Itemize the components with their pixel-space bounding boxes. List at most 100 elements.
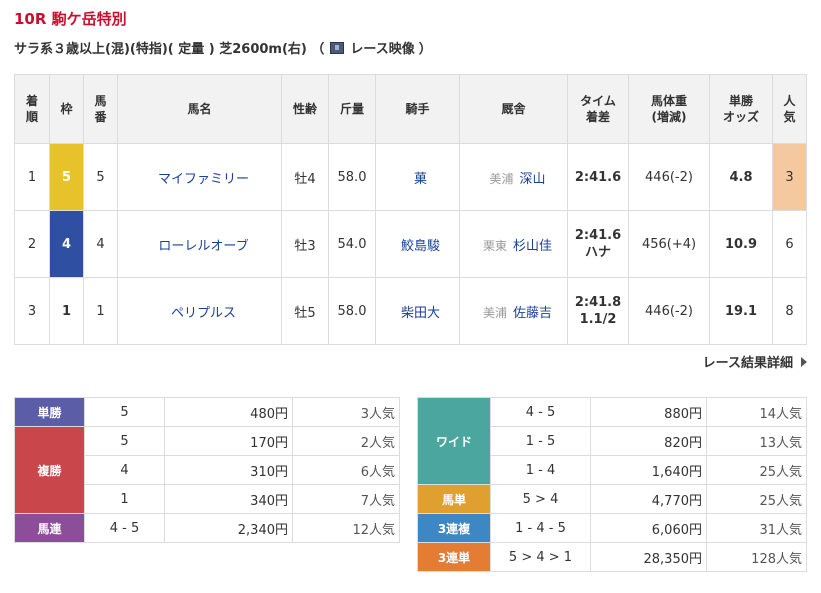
- race-condition-text: サラ系３歳以上(混)(特指)( 定量 ) 芝2600m(右) （: [14, 42, 325, 57]
- race-conditions: サラ系３歳以上(混)(特指)( 定量 ) 芝2600m(右) （ レース映像 ）: [14, 38, 432, 57]
- race-condition-close: ）: [418, 42, 432, 57]
- header-sex-age: 性齢: [281, 74, 329, 144]
- finish-time: 2:41.6 ハナ: [567, 210, 629, 278]
- trainer-link[interactable]: 深山: [520, 172, 546, 187]
- bet-type-trifecta: 3連単: [417, 542, 491, 572]
- payout-row-wide: ワイド 4 - 5 880円 14人気: [417, 397, 807, 485]
- trainer-link[interactable]: 杉山佳: [513, 239, 552, 254]
- sex-age: 牡5: [281, 277, 329, 345]
- horse-name-link[interactable]: ペリプルス: [117, 277, 282, 345]
- bet-type-quinella: 馬連: [14, 513, 85, 543]
- stable-region: 美浦: [489, 171, 514, 186]
- win-odds: 19.1: [709, 277, 773, 345]
- time-value: 2:41.6: [574, 169, 622, 185]
- payout-combo: 5: [84, 426, 165, 456]
- payout-popularity: 2人気: [292, 426, 400, 456]
- header-popularity: 人 気: [772, 74, 807, 144]
- result-row: 2 4 4 ローレルオーブ 牡3 54.0 鮫島駿 栗東 杉山佳 2:41.6 ハナ…: [14, 210, 807, 278]
- finish-time: 2:41.8 1.1/2: [567, 277, 629, 345]
- payout-table-right: ワイド 4 - 5 880円 14人気 1 - 5 820円 13人気 1 - …: [417, 397, 807, 572]
- sex-age: 牡3: [281, 210, 329, 278]
- payout-amount: 310円: [164, 455, 293, 485]
- bet-type-exacta: 馬単: [417, 484, 491, 514]
- margin-value: 1.1/2: [579, 312, 617, 327]
- jockey-link[interactable]: 菓: [375, 143, 460, 211]
- race-detail-label[interactable]: レース結果詳細: [703, 356, 793, 371]
- payout-popularity: 12人気: [292, 513, 400, 543]
- payout-row-place: 複勝 5 170円 2人気: [14, 426, 400, 514]
- payout-amount: 1,640円: [590, 455, 707, 485]
- trainer-link[interactable]: 佐藤吉: [513, 306, 552, 321]
- horse-number: 4: [83, 210, 118, 278]
- payout-row-exacta: 馬単 5 > 4 4,770円 25人気: [417, 484, 807, 514]
- payout-row-trio: 3連複 1 - 4 - 5 6,060円 31人気: [417, 513, 807, 543]
- jockey-link[interactable]: 柴田大: [375, 277, 460, 345]
- race-title: 10R 駒ケ岳特別: [14, 10, 127, 28]
- payout-row-trifecta: 3連単 5 > 4 > 1 28,350円 128人気: [417, 542, 807, 572]
- popularity: 6: [772, 210, 807, 278]
- rank: 3: [14, 277, 50, 345]
- payout-combo: 5 > 4 > 1: [490, 542, 591, 572]
- results-header-row: 着 順 枠 馬 番 馬名 性齢 斤量 騎手 厩舎 タイム 着差 馬体重 (増減)…: [14, 74, 807, 144]
- payout-table-left: 単勝 5 480円 3人気 複勝 5 170円 2人気 4 310円 6人気 1…: [14, 397, 400, 543]
- bet-type-trio: 3連複: [417, 513, 491, 543]
- chevron-right-icon: [801, 357, 807, 367]
- rank: 2: [14, 210, 50, 278]
- horse-number: 1: [83, 277, 118, 345]
- horse-name-link[interactable]: マイファミリー: [117, 143, 282, 211]
- payout-combo: 1 - 5: [490, 426, 591, 456]
- payout-popularity: 128人気: [706, 542, 807, 572]
- payout-popularity: 3人気: [292, 397, 400, 427]
- bet-type-place: 複勝: [14, 426, 85, 514]
- payout-amount: 170円: [164, 426, 293, 456]
- video-icon[interactable]: [330, 41, 345, 54]
- payout-amount: 480円: [164, 397, 293, 427]
- finish-time: 2:41.6: [567, 143, 629, 211]
- time-value: 2:41.6: [574, 228, 622, 243]
- body-weight: 446(-2): [628, 277, 710, 345]
- stable-region: 美浦: [482, 305, 507, 320]
- carried-weight: 58.0: [328, 143, 376, 211]
- stable: 美浦 深山: [459, 143, 568, 211]
- win-odds: 4.8: [709, 143, 773, 211]
- payout-amount: 880円: [590, 397, 707, 427]
- frame-number: 5: [49, 143, 84, 211]
- header-odds: 単勝 オッズ: [709, 74, 773, 144]
- header-number: 馬 番: [83, 74, 118, 144]
- header-weight: 斤量: [328, 74, 376, 144]
- header-frame: 枠: [49, 74, 84, 144]
- bet-type-wide: ワイド: [417, 397, 491, 485]
- horse-name-link[interactable]: ローレルオーブ: [117, 210, 282, 278]
- bet-type-win: 単勝: [14, 397, 85, 427]
- stable-region: 栗東: [482, 238, 507, 253]
- carried-weight: 54.0: [328, 210, 376, 278]
- payout-amount: 2,340円: [164, 513, 293, 543]
- result-row: 1 5 5 マイファミリー 牡4 58.0 菓 美浦 深山 2:41.6 446(…: [14, 143, 807, 211]
- margin-value: ハナ: [584, 245, 611, 260]
- body-weight: 446(-2): [628, 143, 710, 211]
- jockey-link[interactable]: 鮫島駿: [375, 210, 460, 278]
- popularity: 8: [772, 277, 807, 345]
- race-video-link[interactable]: レース映像: [350, 38, 414, 57]
- payout-popularity: 25人気: [706, 455, 807, 485]
- header-horse: 馬名: [117, 74, 282, 144]
- payout-combo: 5: [84, 397, 165, 427]
- payout-combo: 1: [84, 484, 165, 514]
- payout-combo: 5 > 4: [490, 484, 591, 514]
- popularity: 3: [772, 143, 807, 211]
- payout-popularity: 13人気: [706, 426, 807, 456]
- payout-popularity: 7人気: [292, 484, 400, 514]
- header-rank: 着 順: [14, 74, 50, 144]
- payout-popularity: 31人気: [706, 513, 807, 543]
- time-value: 2:41.8: [574, 295, 622, 310]
- win-odds: 10.9: [709, 210, 773, 278]
- frame-number: 1: [49, 277, 84, 345]
- stable: 美浦 佐藤吉: [459, 277, 568, 345]
- payout-amount: 28,350円: [590, 542, 707, 572]
- race-detail-link[interactable]: レース結果詳細: [703, 352, 807, 371]
- frame-number: 4: [49, 210, 84, 278]
- payout-row-win: 単勝 5 480円 3人気: [14, 397, 400, 427]
- payout-combo: 1 - 4: [490, 455, 591, 485]
- payout-amount: 820円: [590, 426, 707, 456]
- payout-amount: 340円: [164, 484, 293, 514]
